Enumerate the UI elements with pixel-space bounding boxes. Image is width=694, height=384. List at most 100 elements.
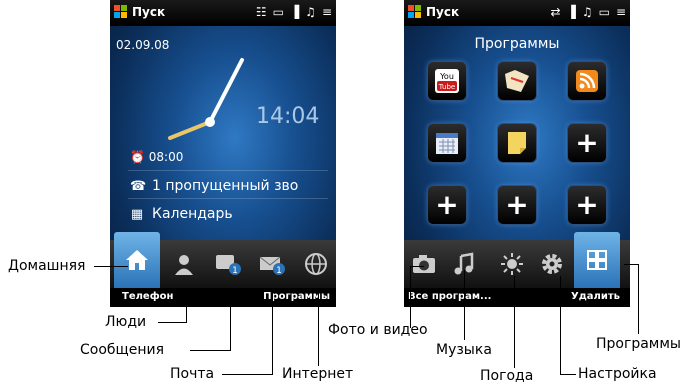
youtube-icon: You Tube [435, 69, 459, 93]
callout-programs: Программы [596, 336, 681, 352]
weather-icon [501, 253, 523, 275]
programs-screen: Пуск ⇄ ▐ ♫ ▭ ≡ Программы You Tube + + + … [404, 0, 630, 307]
callout-settings: Настройка [578, 366, 657, 382]
svg-text:1: 1 [232, 266, 238, 276]
status-bar: Пуск ☷ ▭ ▐ ♫ ≡ [110, 0, 336, 26]
calendar-row[interactable]: ▦ Календарь [130, 206, 233, 222]
add-icon: + [505, 188, 529, 221]
leader-line [186, 292, 187, 323]
divider [128, 198, 328, 199]
calendar-text: Календарь [152, 206, 233, 222]
tab-programs[interactable] [574, 232, 620, 288]
phone-icon: ☎ [130, 178, 147, 194]
alarm-time: 08:00 [148, 150, 184, 164]
app-add-slot[interactable]: + [498, 186, 536, 224]
callout-people: Люди [105, 314, 147, 330]
chat-icon: ☷ [255, 5, 267, 19]
calendar-app-icon [436, 133, 458, 154]
softkey-left[interactable]: Все програм... [408, 291, 491, 302]
volume-icon: ♫ [305, 5, 316, 19]
callout-weather: Погода [480, 368, 534, 384]
camera-icon [413, 255, 435, 273]
app-add-slot[interactable]: + [568, 186, 606, 224]
status-icons: ⇄ ▐ ♫ ▭ ≡ [551, 5, 626, 19]
tab-internet[interactable] [296, 240, 336, 288]
callout-mail: Почта [170, 366, 215, 382]
programs-title: Программы [474, 36, 560, 52]
leader-line [318, 292, 319, 366]
softkey-right[interactable]: Программы [263, 291, 330, 302]
add-icon: + [435, 188, 459, 221]
start-label: Пуск [426, 5, 460, 19]
softkey-left[interactable]: Телефон [122, 291, 173, 302]
leader-line [190, 350, 230, 351]
leader-line [410, 266, 424, 267]
internet-icon [305, 253, 327, 275]
start-menu-button[interactable]: Пуск [114, 5, 165, 19]
app-rss[interactable] [568, 62, 606, 100]
softkey-bar: Все програм... Удалить [404, 288, 630, 307]
svg-text:You: You [439, 72, 454, 81]
notes-icon [508, 132, 526, 154]
add-icon: + [575, 188, 599, 221]
windows-icon [114, 5, 128, 19]
leader-line [638, 264, 639, 334]
app-map[interactable] [498, 62, 536, 100]
battery-icon: ▭ [598, 5, 610, 19]
tab-messages[interactable]: 1 [208, 240, 248, 288]
rss-icon [576, 70, 598, 92]
svg-text:Tube: Tube [438, 83, 455, 91]
tab-bar [404, 232, 630, 288]
calendar-icon: ▦ [130, 206, 144, 222]
svg-text:1: 1 [276, 266, 282, 276]
softkey-bar: Телефон Программы [110, 288, 336, 307]
mail-icon: 1 [259, 256, 285, 276]
status-icons: ☷ ▭ ▐ ♫ ≡ [256, 5, 332, 19]
leader-line [158, 322, 186, 323]
home-screen: Пуск ☷ ▭ ▐ ♫ ≡ 02.09.08 14:04 ⏰ 08:00 ☎ … [110, 0, 336, 307]
app-add-slot[interactable]: + [568, 124, 606, 162]
analog-clock [168, 58, 244, 140]
tab-mail[interactable]: 1 [252, 240, 292, 288]
leader-line [272, 292, 273, 375]
tab-weather[interactable] [492, 240, 532, 288]
leader-line [94, 266, 128, 267]
callout-music: Музыка [436, 342, 492, 358]
menu-icon[interactable]: ≡ [322, 5, 332, 19]
app-notes[interactable] [498, 124, 536, 162]
softkey-right[interactable]: Удалить [571, 291, 620, 302]
status-bar: Пуск ⇄ ▐ ♫ ▭ ≡ [404, 0, 630, 26]
leader-line [222, 374, 272, 375]
map-icon [505, 70, 529, 92]
tab-home[interactable] [114, 232, 160, 288]
leader-line [410, 266, 411, 328]
people-icon [175, 255, 193, 275]
settings-icon [542, 254, 562, 274]
app-youtube[interactable]: You Tube [428, 62, 466, 100]
messages-icon: 1 [216, 255, 241, 276]
tab-people[interactable] [164, 240, 204, 288]
tab-settings[interactable] [532, 240, 572, 288]
callout-internet: Интернет [282, 366, 354, 382]
digital-time: 14:04 [256, 104, 320, 129]
leader-line [560, 276, 561, 375]
divider [128, 170, 328, 171]
start-menu-button[interactable]: Пуск [408, 5, 459, 19]
app-calendar[interactable] [428, 124, 466, 162]
leader-line [514, 276, 515, 368]
missed-call-text: 1 пропущенный зво [152, 178, 299, 194]
leader-line [624, 264, 638, 265]
leader-line [464, 270, 465, 340]
tab-bar: 1 1 [110, 232, 336, 288]
callout-home: Домашняя [8, 258, 86, 274]
app-add-slot[interactable]: + [428, 186, 466, 224]
sync-icon: ⇄ [550, 5, 561, 19]
missed-call-row[interactable]: ☎ 1 пропущенный зво [130, 178, 298, 194]
alarm-row[interactable]: ⏰ 08:00 [130, 150, 183, 164]
menu-icon[interactable]: ≡ [616, 5, 626, 19]
home-icon [126, 250, 148, 270]
alarm-icon: ⏰ [130, 150, 145, 164]
volume-icon: ♫ [581, 5, 593, 19]
windows-icon [408, 5, 422, 19]
callout-messages: Сообщения [80, 342, 165, 358]
